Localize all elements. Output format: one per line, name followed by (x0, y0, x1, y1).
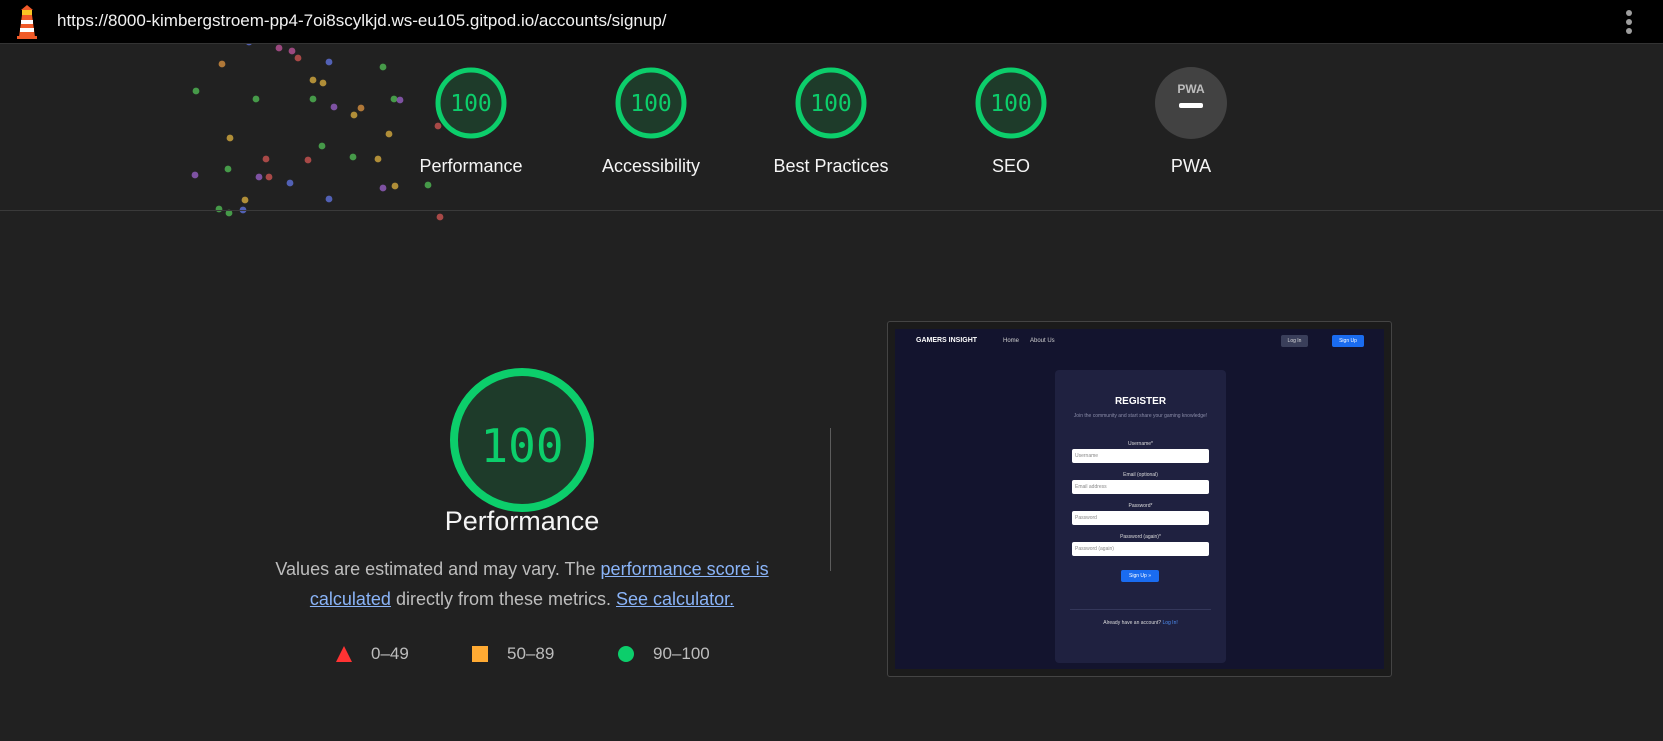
pwa-badge-icon: PWA (1155, 67, 1227, 139)
gauge-score: 100 (450, 91, 492, 117)
gauge-seo[interactable]: 100 SEO (921, 66, 1101, 177)
site-nav-about: About Us (1030, 338, 1055, 344)
score-summary: 100 Performance 100 Accessibility 100 Be… (0, 44, 1663, 211)
gauge-label: Best Practices (773, 156, 889, 176)
confetti-dot (436, 213, 444, 221)
gauge-performance[interactable]: 100 Performance (381, 66, 561, 177)
score-ring: 100 (795, 67, 867, 139)
legend-pass: 90–100 (617, 642, 710, 666)
gauge-score: 100 (990, 91, 1032, 117)
main-score: 100 (480, 419, 563, 473)
site-login-button: Log In (1281, 335, 1308, 347)
section-title: Performance (444, 506, 600, 536)
desc-text: directly from these metrics. (390, 589, 617, 609)
gauge-pwa[interactable]: PWA PWA (1101, 66, 1281, 177)
email-input: Email address (1072, 480, 1209, 494)
gauge-score: 100 (810, 91, 852, 117)
page-url: https://8000-kimbergstroem-pp4-7oi8scylk… (57, 11, 667, 30)
kebab-menu-icon[interactable] (1620, 8, 1638, 36)
legend-range: 50–89 (507, 644, 555, 663)
register-subtitle: Join the community and start share your … (1073, 413, 1208, 419)
screenshot-content: GAMERS INSIGHT Home About Us Log In Sign… (895, 329, 1384, 669)
field-label: Password (again)* (1120, 534, 1161, 540)
desc-text: Values are estimated and may vary. The (275, 559, 601, 579)
site-submit-button: Sign Up » (1121, 570, 1159, 582)
performance-description: Values are estimated and may vary. The p… (262, 554, 782, 614)
gauge-label: Performance (419, 156, 523, 176)
field-label: Email (optional) (1123, 472, 1158, 478)
site-signup-button: Sign Up (1332, 335, 1364, 347)
password-input: Password (1072, 511, 1209, 525)
circle-icon (618, 646, 634, 662)
score-ring: 100 (435, 67, 507, 139)
triangle-icon (336, 646, 352, 662)
legend-range: 90–100 (653, 644, 710, 663)
lighthouse-icon (17, 5, 37, 39)
gauge-label: SEO (991, 156, 1030, 176)
gauge-label: Accessibility (601, 156, 701, 176)
already-account-text: Already have an account? Log In! (1103, 620, 1178, 626)
legend-range: 0–49 (371, 644, 409, 663)
register-heading: REGISTER (1114, 396, 1167, 407)
legend-average: 50–89 (471, 642, 554, 666)
see-calculator-link[interactable]: See calculator. (616, 589, 734, 609)
gauge-best-practices[interactable]: 100 Best Practices (741, 66, 921, 177)
top-bar: https://8000-kimbergstroem-pp4-7oi8scylk… (0, 0, 1663, 44)
legend-fail: 0–49 (335, 642, 409, 666)
register-card: REGISTER Join the community and start sh… (1055, 370, 1226, 663)
site-nav-home: Home (1003, 338, 1020, 344)
password-again-input: Password (again) (1072, 542, 1209, 556)
gauge-score: 100 (630, 91, 672, 117)
final-screenshot[interactable]: GAMERS INSIGHT Home About Us Log In Sign… (887, 321, 1392, 677)
field-label: Username* (1127, 441, 1153, 447)
field-label: Password* (1128, 503, 1153, 509)
site-brand: GAMERS INSIGHT (916, 337, 978, 344)
pwa-badge-text: PWA (1177, 82, 1205, 96)
gauge-accessibility[interactable]: 100 Accessibility (561, 66, 741, 177)
login-link: Log In! (1162, 620, 1178, 626)
score-ring: 100 (615, 67, 687, 139)
vertical-divider (830, 428, 831, 571)
score-ring: 100 (975, 67, 1047, 139)
gauge-label: PWA (1170, 156, 1212, 176)
square-icon (472, 646, 488, 662)
username-input: Username (1072, 449, 1209, 463)
card-divider (1070, 609, 1211, 610)
